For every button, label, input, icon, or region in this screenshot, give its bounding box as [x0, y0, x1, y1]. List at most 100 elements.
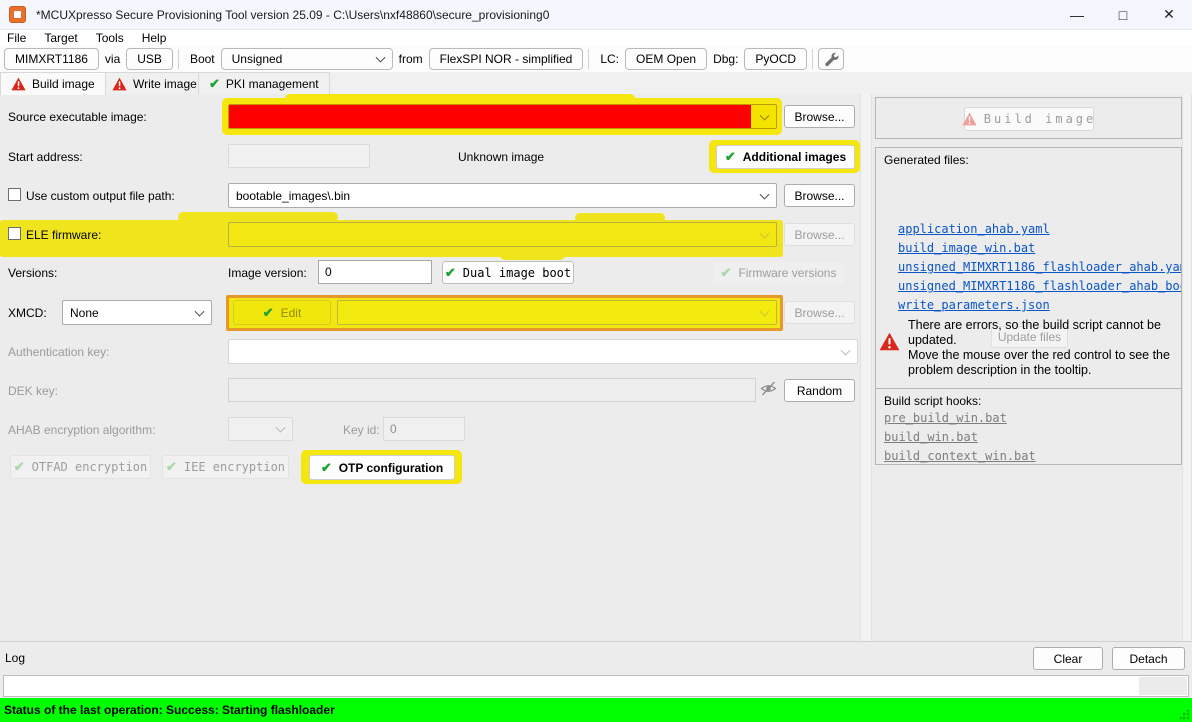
ahab-algorithm-dropdown: [228, 417, 293, 441]
boot-device-button[interactable]: FlexSPI NOR - simplified: [429, 48, 584, 70]
xmcd-browse-button: Browse...: [784, 301, 855, 324]
form-scrollbar[interactable]: [860, 94, 872, 641]
versions-label: Versions:: [8, 266, 57, 280]
boot-label: Boot: [184, 52, 221, 66]
source-image-browse-button[interactable]: Browse...: [784, 105, 855, 128]
boot-type-dropdown[interactable]: Unsigned: [221, 48, 393, 70]
hook-link[interactable]: build_win.bat: [884, 430, 978, 444]
window-controls: — □ ✕: [1054, 0, 1192, 30]
chevron-down-icon: [760, 228, 770, 238]
image-version-label: Image version:: [228, 266, 307, 280]
log-label: Log: [5, 651, 25, 665]
dual-image-boot-button[interactable]: ✔ Dual image boot: [442, 261, 574, 284]
toolbar-separator: [588, 49, 589, 69]
connection-button[interactable]: USB: [126, 48, 173, 70]
chevron-down-icon: [760, 306, 770, 316]
generated-file-link[interactable]: write_parameters.json: [898, 298, 1050, 312]
xmcd-label: XMCD:: [8, 306, 47, 320]
output-path-combo[interactable]: bootable_images\.bin: [228, 183, 777, 208]
app-icon: [9, 6, 26, 23]
xmcd-edit-button[interactable]: ✔ Edit: [233, 300, 331, 325]
check-icon: ✔: [166, 459, 177, 475]
chevron-down-icon: [195, 306, 205, 316]
firmware-versions-label: Firmware versions: [738, 266, 836, 280]
build-image-label: Build image: [984, 112, 1096, 126]
maximize-button[interactable]: □: [1100, 0, 1146, 30]
dek-random-button[interactable]: Random: [784, 379, 855, 402]
check-icon: ✔: [725, 149, 736, 165]
tab-build-image[interactable]: Build image: [0, 72, 106, 95]
status-text: Status of the last operation: Success: S…: [0, 703, 335, 717]
xmcd-file-combo[interactable]: [337, 300, 777, 325]
toolbar-separator: [178, 49, 179, 69]
iee-encryption-button: ✔ IEE encryption: [162, 455, 289, 479]
build-script-hooks-group: Build script hooks: pre_build_win.bat bu…: [875, 388, 1182, 465]
generated-file-link[interactable]: unsigned_MIMXRT1186_flashloader_ahab.yam…: [898, 260, 1182, 274]
otp-configuration-button[interactable]: ✔ OTP configuration: [309, 455, 455, 480]
highlight-stroke: [178, 212, 338, 222]
log-clear-button[interactable]: Clear: [1033, 647, 1103, 670]
build-image-button: Build image: [964, 107, 1094, 131]
from-label: from: [393, 52, 429, 66]
tab-write-image[interactable]: Write image: [101, 72, 208, 94]
build-image-group: Build image: [875, 97, 1182, 139]
source-image-combo[interactable]: [228, 104, 777, 129]
close-button[interactable]: ✕: [1146, 0, 1192, 30]
minimize-button[interactable]: —: [1054, 0, 1100, 30]
chevron-down-icon: [841, 345, 851, 355]
log-scrollbar[interactable]: [1139, 677, 1187, 695]
warning-icon: [962, 112, 977, 126]
output-path-browse-button[interactable]: Browse...: [784, 184, 855, 207]
check-icon: ✔: [209, 76, 220, 92]
ele-firmware-checkbox[interactable]: [8, 227, 21, 240]
eye-slash-icon[interactable]: [759, 380, 778, 400]
xmcd-dropdown[interactable]: None: [62, 300, 212, 325]
additional-images-label: Additional images: [743, 150, 846, 164]
dbg-label: Dbg:: [707, 52, 744, 66]
ele-firmware-combo[interactable]: [228, 222, 777, 247]
hook-link[interactable]: pre_build_win.bat: [884, 411, 1007, 425]
menu-target[interactable]: Target: [35, 31, 86, 45]
log-detach-button[interactable]: Detach: [1112, 647, 1185, 670]
ele-firmware-label: ELE firmware:: [26, 228, 101, 242]
otfad-label: OTFAD encryption: [32, 460, 148, 474]
resize-grip[interactable]: [1180, 710, 1190, 720]
log-separator: [0, 641, 1192, 642]
tab-pki-management[interactable]: ✔ PKI management: [198, 72, 330, 94]
dbg-button[interactable]: PyOCD: [744, 48, 807, 70]
lc-label: LC:: [594, 52, 625, 66]
xmcd-value: None: [70, 306, 99, 320]
key-id-input: [383, 417, 465, 441]
boot-type-value: Unsigned: [232, 52, 283, 66]
window-title: *MCUXpresso Secure Provisioning Tool ver…: [36, 8, 549, 22]
output-path-checkbox[interactable]: [8, 188, 21, 201]
menu-file[interactable]: File: [0, 31, 35, 45]
warning-icon: [11, 77, 26, 91]
main-scrollbar[interactable]: [1182, 94, 1192, 641]
dek-key-label: DEK key:: [8, 384, 58, 398]
check-icon: ✔: [14, 459, 25, 475]
highlight-stroke: [285, 94, 635, 103]
otp-label: OTP configuration: [339, 461, 443, 475]
generated-file-link[interactable]: build_image_win.bat: [898, 241, 1035, 255]
generated-file-link[interactable]: application_ahab.yaml: [898, 222, 1050, 236]
check-icon: ✔: [721, 265, 732, 281]
processor-button[interactable]: MIMXRT1186: [4, 48, 99, 70]
lc-button[interactable]: OEM Open: [625, 48, 707, 70]
menu-help[interactable]: Help: [133, 31, 176, 45]
hook-link[interactable]: build_context_win.bat: [884, 449, 1036, 463]
title-bar: *MCUXpresso Secure Provisioning Tool ver…: [0, 0, 1192, 30]
start-address-input: [228, 144, 370, 168]
log-output[interactable]: [3, 675, 1189, 697]
output-path-label: Use custom output file path:: [26, 189, 175, 203]
image-version-input[interactable]: [318, 260, 432, 284]
error-message-line1: There are errors, so the build script ca…: [908, 318, 1180, 348]
start-address-label: Start address:: [8, 150, 83, 164]
wrench-icon: [824, 52, 839, 67]
settings-wrench-button[interactable]: [818, 48, 844, 70]
menu-tools[interactable]: Tools: [87, 31, 133, 45]
tab-bar: Build image Write image ✔ PKI management: [0, 72, 1192, 94]
additional-images-button[interactable]: ✔ Additional images: [716, 145, 855, 169]
generated-file-link[interactable]: unsigned_MIMXRT1186_flashloader_ahab_boo…: [898, 279, 1182, 293]
tab-label: Write image: [133, 77, 197, 91]
